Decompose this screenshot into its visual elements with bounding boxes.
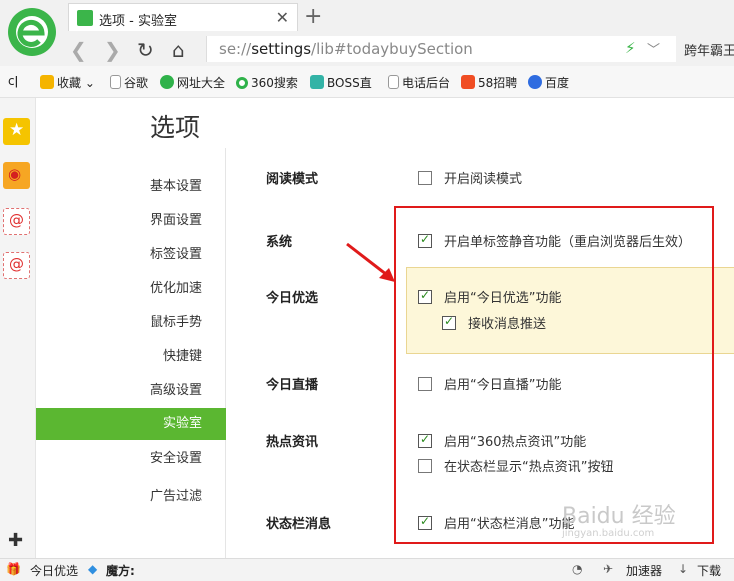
bookmark-favorites[interactable]: 收藏 ⌄ <box>40 74 95 91</box>
promo-text[interactable]: 跨年霸王 <box>684 40 734 59</box>
nav-advanced[interactable]: 高级设置 <box>36 375 226 407</box>
speed-mode-icon[interactable]: ⚡ <box>625 39 636 57</box>
url-text: se://settings/lib#todaybuySection <box>219 40 473 58</box>
status-accelerator[interactable]: 加速器 <box>626 562 662 579</box>
bookmarks-bar: ⅽǀ 收藏 ⌄ 谷歌 网址大全 360搜索 BOSS直 电话后台 58招聘 百度 <box>0 66 734 98</box>
bookmark-phone-backend[interactable]: 电话后台 <box>388 74 450 91</box>
bookmark-hao360[interactable]: 网址大全 <box>160 74 225 91</box>
mail-icon[interactable]: @ <box>3 252 30 279</box>
nav-optimize[interactable]: 优化加速 <box>36 273 226 305</box>
browser-titlebar: 选项 - 实验室 ✕ + ❮ ❯ ↻ ⌂ se://settings/lib#t… <box>0 0 734 66</box>
nav-mouse-gestures[interactable]: 鼠标手势 <box>36 307 226 339</box>
pin-icon[interactable]: ✈ <box>603 562 613 576</box>
browser-logo-icon[interactable] <box>6 6 58 58</box>
gift-icon[interactable]: 🎁 <box>6 562 21 576</box>
tab-lab[interactable]: 选项 - 实验室 ✕ <box>68 3 298 31</box>
checkbox-reading-mode[interactable] <box>418 171 432 185</box>
add-sidebar-item-icon[interactable]: ✚ <box>8 530 23 551</box>
bookmark-baidu[interactable]: 百度 <box>528 74 569 91</box>
settings-sidenav: 基本设置 界面设置 标签设置 优化加速 鼠标手势 快捷键 高级设置 实验室 安全… <box>36 148 226 558</box>
bookmark-58[interactable]: 58招聘 <box>461 74 517 91</box>
forward-icon[interactable]: ❯ <box>104 38 121 62</box>
page-icon <box>110 75 121 89</box>
mail-icon[interactable]: @ <box>3 208 30 235</box>
refresh-icon[interactable]: ↻ <box>137 38 154 62</box>
close-tab-icon[interactable]: ✕ <box>276 8 289 27</box>
58-icon <box>461 75 475 89</box>
chevron-down-icon[interactable]: ﹀ <box>647 39 660 58</box>
status-magic[interactable]: 魔方: <box>106 562 135 579</box>
favorites-star-icon[interactable]: ★ <box>3 118 30 145</box>
baidu-icon <box>528 75 542 89</box>
section-system: 系统 <box>266 235 293 250</box>
status-bar: 🎁 今日优选 ◆ 魔方: ◔ ✈ 加速器 ↓ 下载 <box>0 558 734 581</box>
bookmark-boss[interactable]: BOSS直 <box>310 74 372 91</box>
status-today-pick[interactable]: 今日优选 <box>30 562 78 579</box>
cube-icon[interactable]: ◆ <box>88 562 97 576</box>
section-reading-mode: 阅读模式 <box>266 172 319 187</box>
360search-icon <box>236 77 248 89</box>
new-tab-button[interactable]: + <box>304 4 322 29</box>
weibo-icon[interactable]: ◉ <box>3 162 30 189</box>
section-today-live: 今日直播 <box>266 378 319 393</box>
nav-lab[interactable]: 实验室 <box>36 408 226 440</box>
nav-basic-settings[interactable]: 基本设置 <box>36 171 226 203</box>
bookmark-google[interactable]: 谷歌 <box>110 74 148 91</box>
tab-favicon-icon <box>77 10 93 26</box>
nav-tab-settings[interactable]: 标签设置 <box>36 239 226 271</box>
annotation-arrow-icon <box>346 242 395 282</box>
download-icon[interactable]: ↓ <box>678 562 688 576</box>
home-icon[interactable]: ⌂ <box>172 38 185 62</box>
status-download[interactable]: 下载 <box>697 562 721 579</box>
nav-security[interactable]: 安全设置 <box>36 443 226 475</box>
page-title: 选项 <box>150 113 201 142</box>
page-icon <box>388 75 399 89</box>
star-icon <box>40 75 54 89</box>
nav-shortcuts[interactable]: 快捷键 <box>36 341 226 373</box>
bookmark-360search[interactable]: 360搜索 <box>236 74 298 91</box>
option-reading-mode[interactable]: 开启阅读模式 <box>418 168 522 187</box>
section-today-pick: 今日优选 <box>266 291 319 306</box>
annotation-red-box <box>394 206 714 544</box>
nav-ad-filter[interactable]: 广告过滤 <box>36 481 226 513</box>
address-bar[interactable]: se://settings/lib#todaybuySection ⚡ ﹀ <box>206 36 676 62</box>
nav-interface-settings[interactable]: 界面设置 <box>36 205 226 237</box>
watermark: Baidu 经验 jingyan.baidu.com <box>562 504 676 539</box>
360-icon <box>160 75 174 89</box>
sidebar-toggle-icon[interactable]: ⅽǀ <box>8 74 18 88</box>
boss-icon <box>310 75 324 89</box>
clock-icon[interactable]: ◔ <box>572 562 582 576</box>
section-hot-news: 热点资讯 <box>266 435 319 450</box>
tab-title: 选项 - 实验室 <box>99 14 177 29</box>
back-icon[interactable]: ❮ <box>70 38 87 62</box>
left-rail: ★ ◉ @ @ ✚ <box>0 98 36 558</box>
section-statusbar-messages: 状态栏消息 <box>266 517 332 532</box>
